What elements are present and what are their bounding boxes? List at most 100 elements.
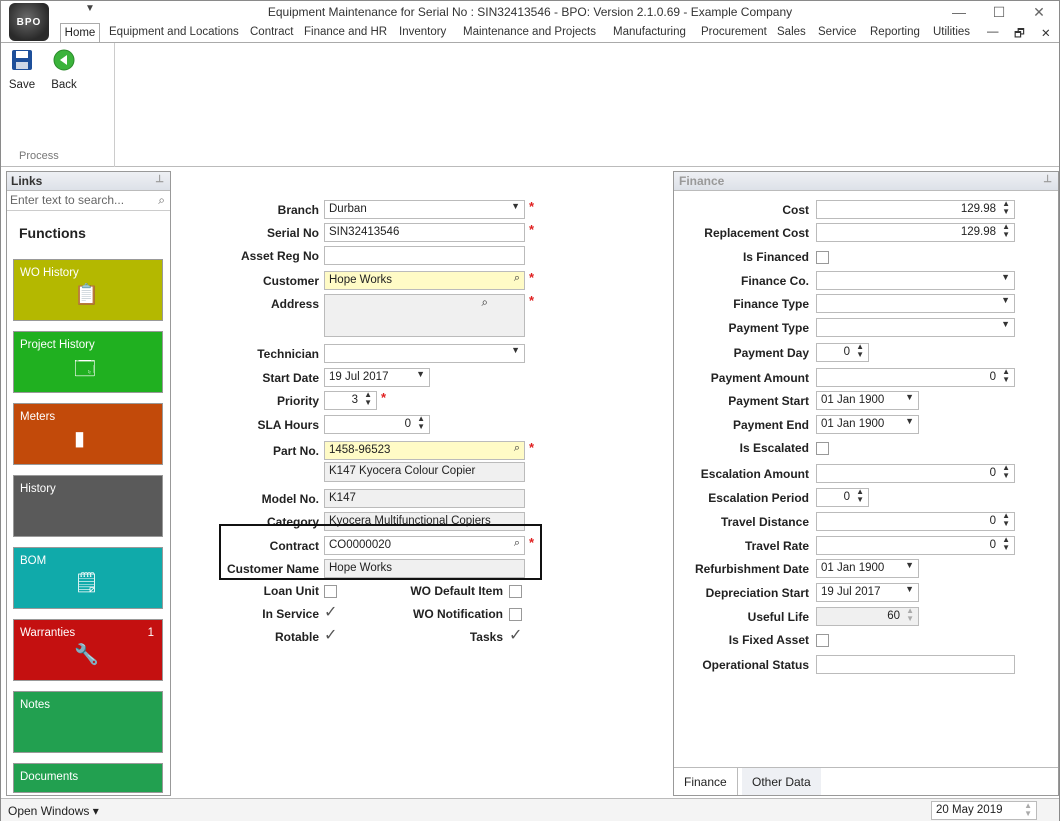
pin-icon[interactable]: ⊥ (1043, 174, 1052, 185)
part-no-input[interactable]: 1458-96523 ⌕ (324, 441, 525, 460)
tab-other-data[interactable]: Other Data (742, 768, 821, 795)
payment-day-stepper[interactable]: 0 ▲ ▼ (816, 343, 869, 362)
loan-unit-checkbox[interactable] (324, 585, 337, 598)
menu-reporting[interactable]: Reporting (870, 26, 920, 38)
tile-documents[interactable]: Documents (13, 763, 163, 793)
useful-life-stepper[interactable]: 60 ▲ ▼ (816, 607, 919, 626)
replacement-cost-stepper[interactable]: 129.98 ▲ ▼ (816, 223, 1015, 242)
minimize-icon[interactable]: — (939, 1, 979, 23)
start-date-picker[interactable]: 19 Jul 2017 ▼ (324, 368, 430, 387)
rotable-checkbox[interactable]: ✓ (324, 628, 337, 644)
chevron-down-icon[interactable]: ▼ (1001, 295, 1010, 305)
tile-meters[interactable]: Meters ▮ (13, 403, 163, 465)
open-windows-button[interactable]: Open Windows ▾ (8, 804, 99, 818)
refurbishment-date-picker[interactable]: 01 Jan 1900 ▼ (816, 559, 919, 578)
tab-finance[interactable]: Finance (674, 768, 738, 795)
finance-type-select[interactable]: ▼ (816, 294, 1015, 313)
search-icon[interactable]: ⌕ (482, 297, 488, 310)
menu-manufacturing[interactable]: Manufacturing (613, 26, 686, 38)
payment-type-select[interactable]: ▼ (816, 318, 1015, 337)
links-search-input[interactable]: Enter text to search... ⌕ (7, 191, 170, 211)
menu-utilities[interactable]: Utilities (933, 26, 970, 38)
in-service-checkbox[interactable]: ✓ (324, 605, 337, 621)
status-date-field[interactable]: 20 May 2019 ▲ ▼ (931, 801, 1037, 820)
address-input[interactable]: ⌕ (324, 294, 525, 337)
spin-icon[interactable]: ▲ ▼ (417, 416, 425, 431)
chevron-down-icon[interactable]: ▼ (511, 201, 520, 211)
pin-icon[interactable]: ⊥ (155, 174, 164, 185)
chevron-down-icon[interactable]: ▼ (905, 392, 914, 402)
spin-icon[interactable]: ▲ ▼ (1002, 513, 1010, 528)
save-button[interactable]: Save (5, 49, 39, 91)
menu-sales[interactable]: Sales (777, 26, 806, 38)
chevron-down-icon[interactable]: ▼ (905, 560, 914, 570)
chevron-down-icon[interactable]: ▼ (1001, 319, 1010, 329)
search-icon[interactable]: ⌕ (514, 442, 520, 455)
tile-label: Meters (20, 411, 56, 423)
search-icon[interactable]: ⌕ (158, 193, 165, 208)
sla-hours-stepper[interactable]: 0 ▲ ▼ (324, 415, 430, 434)
tile-notes[interactable]: Notes (13, 691, 163, 753)
spin-icon[interactable]: ▲ ▼ (1002, 224, 1010, 239)
menu-maintenance-and-projects[interactable]: Maintenance and Projects (463, 26, 596, 38)
payment-amount-stepper[interactable]: 0 ▲ ▼ (816, 368, 1015, 387)
priority-stepper[interactable]: 3 ▲ ▼ (324, 391, 377, 410)
serial-no-input[interactable]: SIN32413546 (324, 223, 525, 242)
operational-status-input[interactable] (816, 655, 1015, 674)
menu-equipment-and-locations[interactable]: Equipment and Locations (109, 26, 239, 38)
payment-start-picker[interactable]: 01 Jan 1900 ▼ (816, 391, 919, 410)
chevron-down-icon[interactable]: ▼ (416, 369, 425, 379)
spin-icon[interactable]: ▲ ▼ (1002, 369, 1010, 384)
operational-status-label: Operational Status (702, 658, 809, 672)
escalation-amount-stepper[interactable]: 0 ▲ ▼ (816, 464, 1015, 483)
menu-inventory[interactable]: Inventory (399, 26, 446, 38)
branch-select[interactable]: Durban ▼ (324, 200, 525, 219)
ribbon-minimize-icon[interactable]: — (987, 26, 999, 38)
menu-contract[interactable]: Contract (250, 26, 293, 38)
escalation-period-value: 0 (843, 491, 850, 503)
payment-start-value: 01 Jan 1900 (821, 394, 885, 406)
maximize-icon[interactable]: ☐ (979, 1, 1019, 23)
tile-wo-history[interactable]: WO History 📋 (13, 259, 163, 321)
menu-finance-and-hr[interactable]: Finance and HR (304, 26, 387, 38)
escalation-period-stepper[interactable]: 0 ▲ ▼ (816, 488, 869, 507)
search-icon[interactable]: ⌕ (514, 272, 520, 285)
mdi-close-icon[interactable]: ✕ (1041, 26, 1051, 40)
wo-notification-checkbox[interactable] (509, 608, 522, 621)
spin-icon[interactable]: ▲ ▼ (364, 392, 372, 407)
customer-input[interactable]: Hope Works ⌕ (324, 271, 525, 290)
spin-icon[interactable]: ▲ ▼ (1002, 201, 1010, 216)
chevron-down-icon[interactable]: ▼ (905, 584, 914, 594)
chevron-down-icon[interactable]: ▼ (905, 416, 914, 426)
menu-service[interactable]: Service (818, 26, 856, 38)
finance-co-select[interactable]: ▼ (816, 271, 1015, 290)
spin-icon[interactable]: ▲ ▼ (856, 489, 864, 504)
chevron-down-icon[interactable]: ▼ (511, 345, 520, 355)
is-escalated-checkbox[interactable] (816, 442, 829, 455)
menu-procurement[interactable]: Procurement (701, 26, 767, 38)
is-fixed-asset-checkbox[interactable] (816, 634, 829, 647)
payment-end-picker[interactable]: 01 Jan 1900 ▼ (816, 415, 919, 434)
tile-bom[interactable]: BOM 🗒 (13, 547, 163, 609)
tile-history[interactable]: History (13, 475, 163, 537)
tab-home[interactable]: Home (60, 23, 100, 44)
spin-icon[interactable]: ▲ ▼ (1002, 465, 1010, 480)
required-icon: * (381, 390, 387, 405)
tile-project-history[interactable]: Project History 🗔 (13, 331, 163, 393)
cost-stepper[interactable]: 129.98 ▲ ▼ (816, 200, 1015, 219)
travel-distance-stepper[interactable]: 0 ▲ ▼ (816, 512, 1015, 531)
tile-warranties[interactable]: Warranties 1 🔧 (13, 619, 163, 681)
spin-icon[interactable]: ▲ ▼ (856, 344, 864, 359)
close-icon[interactable]: ✕ (1019, 1, 1059, 23)
is-financed-checkbox[interactable] (816, 251, 829, 264)
spin-icon[interactable]: ▲ ▼ (1002, 537, 1010, 552)
technician-select[interactable]: ▼ (324, 344, 525, 363)
depreciation-start-picker[interactable]: 19 Jul 2017 ▼ (816, 583, 919, 602)
asset-reg-no-input[interactable] (324, 246, 525, 265)
tasks-checkbox[interactable]: ✓ (509, 628, 522, 644)
spin-icon: ▲ ▼ (906, 607, 914, 623)
travel-rate-stepper[interactable]: 0 ▲ ▼ (816, 536, 1015, 555)
back-button[interactable]: Back (47, 49, 81, 91)
wo-default-item-checkbox[interactable] (509, 585, 522, 598)
chevron-down-icon[interactable]: ▼ (1001, 272, 1010, 282)
